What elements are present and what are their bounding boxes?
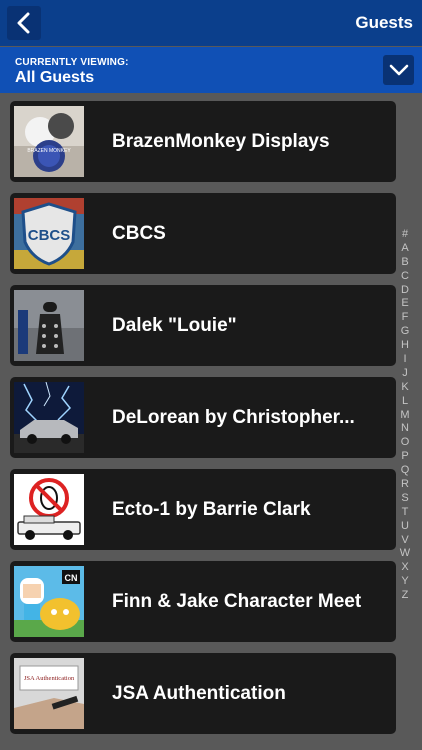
filter-value: All Guests: [15, 69, 95, 86]
list-item[interactable]: Dalek "Louie": [10, 285, 396, 366]
back-button[interactable]: [7, 6, 41, 40]
filter-dropdown-button[interactable]: [383, 55, 414, 85]
index-letter[interactable]: D: [398, 284, 412, 298]
index-letter[interactable]: O: [398, 436, 412, 450]
guest-name: Ecto-1 by Barrie Clark: [112, 498, 311, 520]
list-item[interactable]: JSA Authentication JSA Authentication: [10, 653, 396, 734]
guest-thumbnail: JSA Authentication: [14, 658, 84, 729]
index-letter[interactable]: X: [398, 561, 412, 575]
list-item[interactable]: DeLorean by Christopher...: [10, 377, 396, 458]
guest-thumbnail: [14, 382, 84, 453]
guest-thumbnail: [14, 290, 84, 361]
thumb-text: JSA Authentication: [24, 675, 75, 682]
page-title: Guests: [355, 13, 413, 32]
guest-thumbnail: CN: [14, 566, 84, 637]
index-letter[interactable]: S: [398, 492, 412, 506]
guest-name: Dalek "Louie": [112, 314, 237, 336]
guest-list: BRAZEN MONKEY BrazenMonkey Displays CBCS…: [10, 101, 396, 745]
thumb-text: CN: [65, 573, 78, 583]
alphabet-index[interactable]: # A B C D E F G H I J K L M N O P Q R S T U V W X Y Z: [398, 228, 412, 603]
thumb-text: CBCS: [28, 227, 71, 244]
index-letter[interactable]: N: [398, 422, 412, 436]
guest-thumbnail: CBCS: [14, 198, 84, 269]
index-letter[interactable]: #: [398, 228, 412, 242]
index-letter[interactable]: B: [398, 256, 412, 270]
filter-bar[interactable]: CURRENTLY VIEWING: All Guests: [0, 47, 422, 93]
index-letter[interactable]: Q: [398, 464, 412, 478]
index-letter[interactable]: J: [398, 367, 412, 381]
index-letter[interactable]: T: [398, 506, 412, 520]
index-letter[interactable]: H: [398, 339, 412, 353]
index-letter[interactable]: L: [398, 395, 412, 409]
guest-name: BrazenMonkey Displays: [112, 130, 330, 152]
index-letter[interactable]: M: [398, 409, 412, 423]
guest-thumbnail: BRAZEN MONKEY: [14, 106, 84, 177]
filter-label: CURRENTLY VIEWING:: [15, 57, 129, 68]
guest-thumbnail: [14, 474, 84, 545]
index-letter[interactable]: I: [398, 353, 412, 367]
list-item[interactable]: Ecto-1 by Barrie Clark: [10, 469, 396, 550]
index-letter[interactable]: U: [398, 520, 412, 534]
guest-name: CBCS: [112, 222, 166, 244]
top-bar: Guests: [0, 0, 422, 46]
list-item[interactable]: CN Finn & Jake Character Meet: [10, 561, 396, 642]
guest-name: DeLorean by Christopher...: [112, 406, 355, 428]
index-letter[interactable]: Z: [398, 589, 412, 603]
index-letter[interactable]: F: [398, 311, 412, 325]
chevron-left-icon: [17, 12, 30, 34]
index-letter[interactable]: G: [398, 325, 412, 339]
guest-name: JSA Authentication: [112, 682, 286, 704]
list-item[interactable]: BRAZEN MONKEY BrazenMonkey Displays: [10, 101, 396, 182]
index-letter[interactable]: C: [398, 270, 412, 284]
index-letter[interactable]: V: [398, 534, 412, 548]
index-letter[interactable]: A: [398, 242, 412, 256]
index-letter[interactable]: Y: [398, 575, 412, 589]
thumb-text: BRAZEN MONKEY: [27, 148, 71, 154]
chevron-down-icon: [389, 64, 408, 76]
guest-name: Finn & Jake Character Meet: [112, 590, 362, 612]
index-letter[interactable]: W: [398, 547, 412, 561]
list-item[interactable]: CBCS CBCS: [10, 193, 396, 274]
index-letter[interactable]: K: [398, 381, 412, 395]
index-letter[interactable]: P: [398, 450, 412, 464]
index-letter[interactable]: E: [398, 297, 412, 311]
index-letter[interactable]: R: [398, 478, 412, 492]
